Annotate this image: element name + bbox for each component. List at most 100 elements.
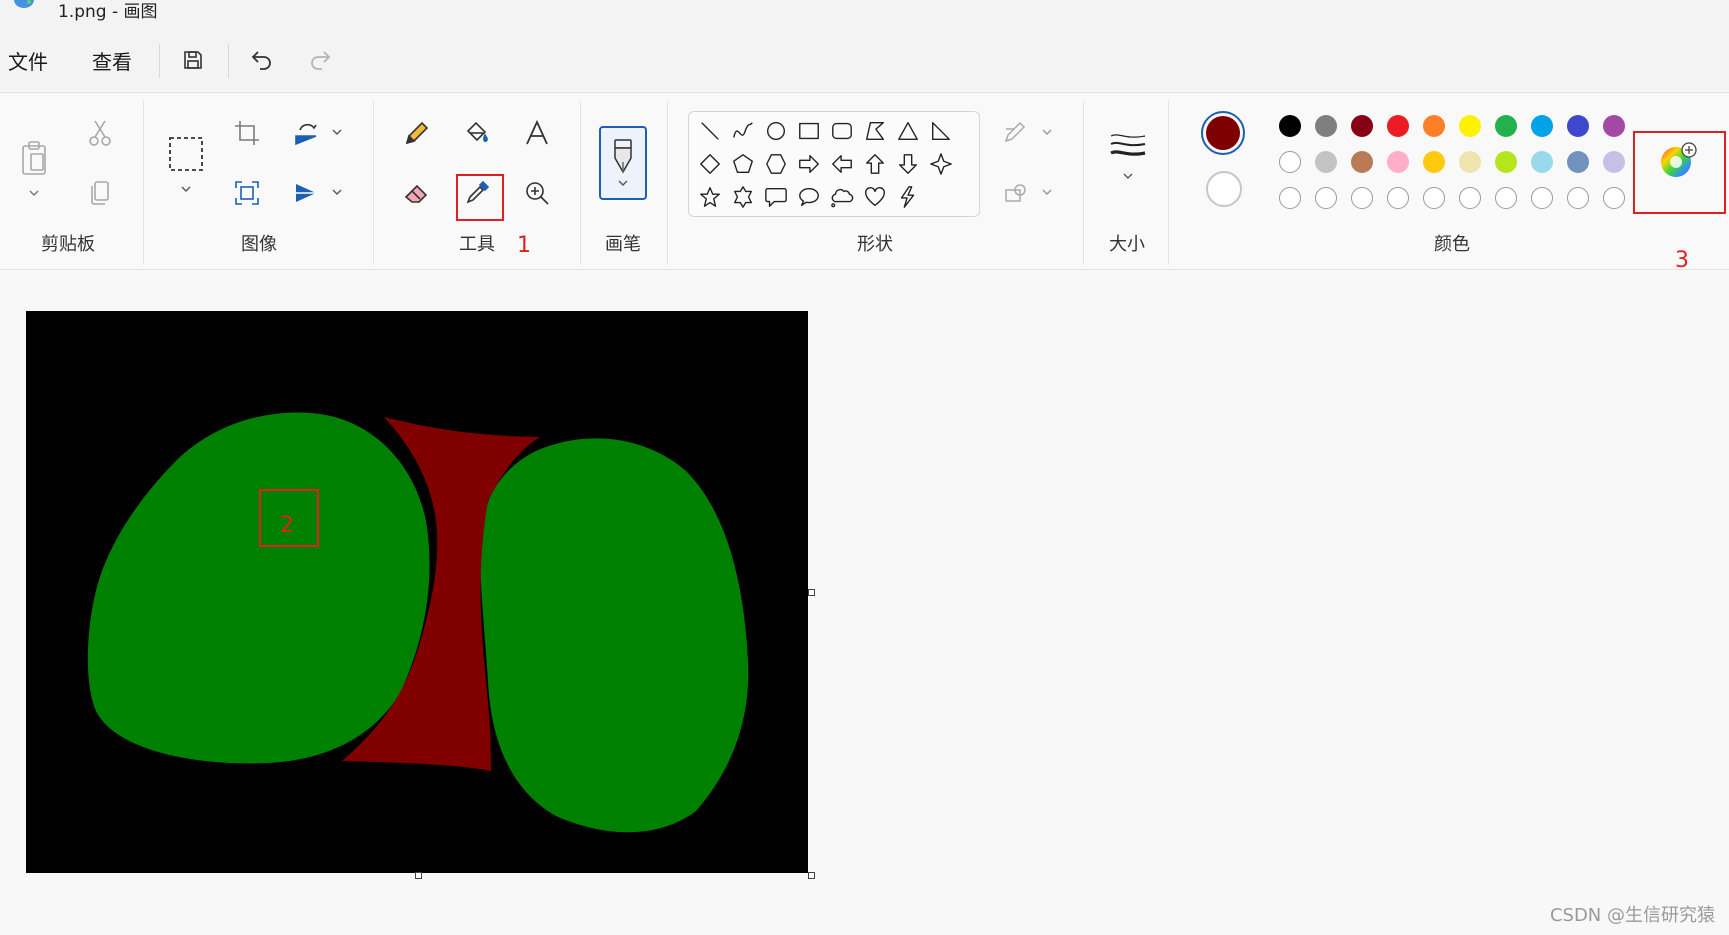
rectangle-shape-icon[interactable] — [796, 118, 822, 144]
down-arrow-shape-icon[interactable] — [895, 151, 921, 177]
custom-color-slot[interactable] — [1531, 187, 1553, 209]
pencil-button[interactable] — [397, 113, 437, 153]
chevron-down-icon[interactable] — [330, 185, 344, 199]
right-triangle-shape-icon[interactable] — [928, 118, 954, 144]
cloud-callout-shape-icon[interactable] — [829, 184, 855, 210]
menu-file[interactable]: 文件 — [8, 46, 48, 75]
color-swatch[interactable] — [1459, 151, 1481, 173]
oval-shape-icon[interactable] — [763, 118, 789, 144]
crop-icon — [235, 121, 259, 145]
rotate-button[interactable] — [286, 113, 326, 153]
color-swatch[interactable] — [1459, 115, 1481, 137]
custom-color-slot[interactable] — [1315, 187, 1337, 209]
color-swatch[interactable] — [1495, 151, 1517, 173]
rounded-callout-shape-icon[interactable] — [763, 184, 789, 210]
color-swatch[interactable] — [1279, 115, 1301, 137]
title-bar: 1.png - 画图 — [0, 0, 1729, 30]
resize-handle-bottom[interactable] — [415, 872, 422, 879]
color-swatch[interactable] — [1279, 151, 1301, 173]
primary-color-button[interactable] — [1201, 111, 1245, 155]
curve-shape-icon[interactable] — [730, 118, 756, 144]
custom-color-slot[interactable] — [1351, 187, 1373, 209]
up-arrow-shape-icon[interactable] — [862, 151, 888, 177]
four-point-star-shape-icon[interactable] — [928, 151, 954, 177]
redo-button[interactable] — [302, 42, 338, 78]
resize-handle-right[interactable] — [808, 589, 815, 596]
line-shape-icon[interactable] — [697, 118, 723, 144]
color-swatch[interactable] — [1531, 151, 1553, 173]
diamond-shape-icon[interactable] — [697, 151, 723, 177]
fill-button[interactable] — [457, 113, 497, 153]
color-swatch[interactable] — [1351, 115, 1373, 137]
crop-button[interactable] — [227, 113, 267, 153]
magnifier-icon — [526, 182, 549, 205]
shape-gallery — [688, 111, 980, 217]
custom-color-slot[interactable] — [1459, 187, 1481, 209]
custom-color-slot[interactable] — [1423, 187, 1445, 209]
resize-handle-corner[interactable] — [808, 872, 815, 879]
custom-color-slot[interactable] — [1279, 187, 1301, 209]
heart-shape-icon[interactable] — [862, 184, 888, 210]
undo-button[interactable] — [244, 42, 280, 78]
chevron-down-icon[interactable] — [1040, 185, 1054, 199]
color-swatch[interactable] — [1423, 115, 1445, 137]
color-swatch[interactable] — [1315, 151, 1337, 173]
copy-button[interactable] — [80, 173, 120, 213]
left-arrow-shape-icon[interactable] — [829, 151, 855, 177]
highlight-edit-colors — [1633, 131, 1726, 214]
select-button[interactable] — [164, 123, 208, 207]
secondary-color-button[interactable] — [1206, 171, 1242, 207]
custom-color-slot[interactable] — [1495, 187, 1517, 209]
color-swatch[interactable] — [1531, 115, 1553, 137]
color-swatch[interactable] — [1351, 151, 1373, 173]
color-swatch[interactable] — [1603, 151, 1625, 173]
five-point-star-shape-icon[interactable] — [697, 184, 723, 210]
color-swatch[interactable] — [1603, 115, 1625, 137]
right-arrow-shape-icon[interactable] — [796, 151, 822, 177]
custom-color-slot[interactable] — [1387, 187, 1409, 209]
color-swatch[interactable] — [1423, 151, 1445, 173]
lightning-shape-icon[interactable] — [895, 184, 921, 210]
shape-outline-button[interactable] — [996, 113, 1036, 153]
brush-button[interactable] — [599, 126, 647, 200]
save-button[interactable] — [175, 42, 211, 78]
rounded-rectangle-shape-icon[interactable] — [829, 118, 855, 144]
pentagon-shape-icon[interactable] — [730, 151, 756, 177]
shape-fill-icon — [1005, 184, 1026, 202]
highlight-color-picker — [456, 174, 504, 221]
text-button[interactable] — [517, 113, 557, 153]
redo-icon — [311, 51, 331, 70]
triangle-shape-icon[interactable] — [895, 118, 921, 144]
oval-callout-shape-icon[interactable] — [796, 184, 822, 210]
resize-button[interactable] — [227, 173, 267, 213]
size-button[interactable] — [1106, 121, 1150, 191]
chevron-down-icon[interactable] — [330, 125, 344, 139]
color-swatch[interactable] — [1387, 115, 1409, 137]
six-point-star-shape-icon[interactable] — [730, 184, 756, 210]
color-swatch[interactable] — [1567, 115, 1589, 137]
hexagon-shape-icon[interactable] — [763, 151, 789, 177]
cut-button[interactable] — [80, 113, 120, 153]
custom-color-slot[interactable] — [1603, 187, 1625, 209]
cut-icon — [89, 120, 111, 146]
rotate-icon — [295, 123, 317, 146]
flip-button[interactable] — [286, 173, 326, 213]
chevron-down-icon[interactable] — [1040, 125, 1054, 139]
group-label-tools: 工具 — [459, 234, 495, 255]
color-swatch[interactable] — [1567, 151, 1589, 173]
custom-color-slot[interactable] — [1567, 187, 1589, 209]
polygon-shape-icon[interactable] — [862, 118, 888, 144]
paste-button[interactable] — [14, 129, 54, 209]
eraser-button[interactable] — [397, 173, 437, 213]
color-swatch[interactable] — [1315, 115, 1337, 137]
color-swatch[interactable] — [1495, 115, 1517, 137]
group-label-image: 图像 — [241, 234, 277, 255]
shape-fill-button[interactable] — [996, 173, 1036, 213]
menu-view[interactable]: 查看 — [92, 46, 132, 75]
drawing-canvas[interactable]: 2 — [26, 311, 808, 873]
primary-color-swatch — [1206, 116, 1240, 150]
divider — [580, 101, 581, 265]
color-swatch[interactable] — [1387, 151, 1409, 173]
magnifier-button[interactable] — [517, 173, 557, 213]
canvas-image — [26, 311, 808, 873]
